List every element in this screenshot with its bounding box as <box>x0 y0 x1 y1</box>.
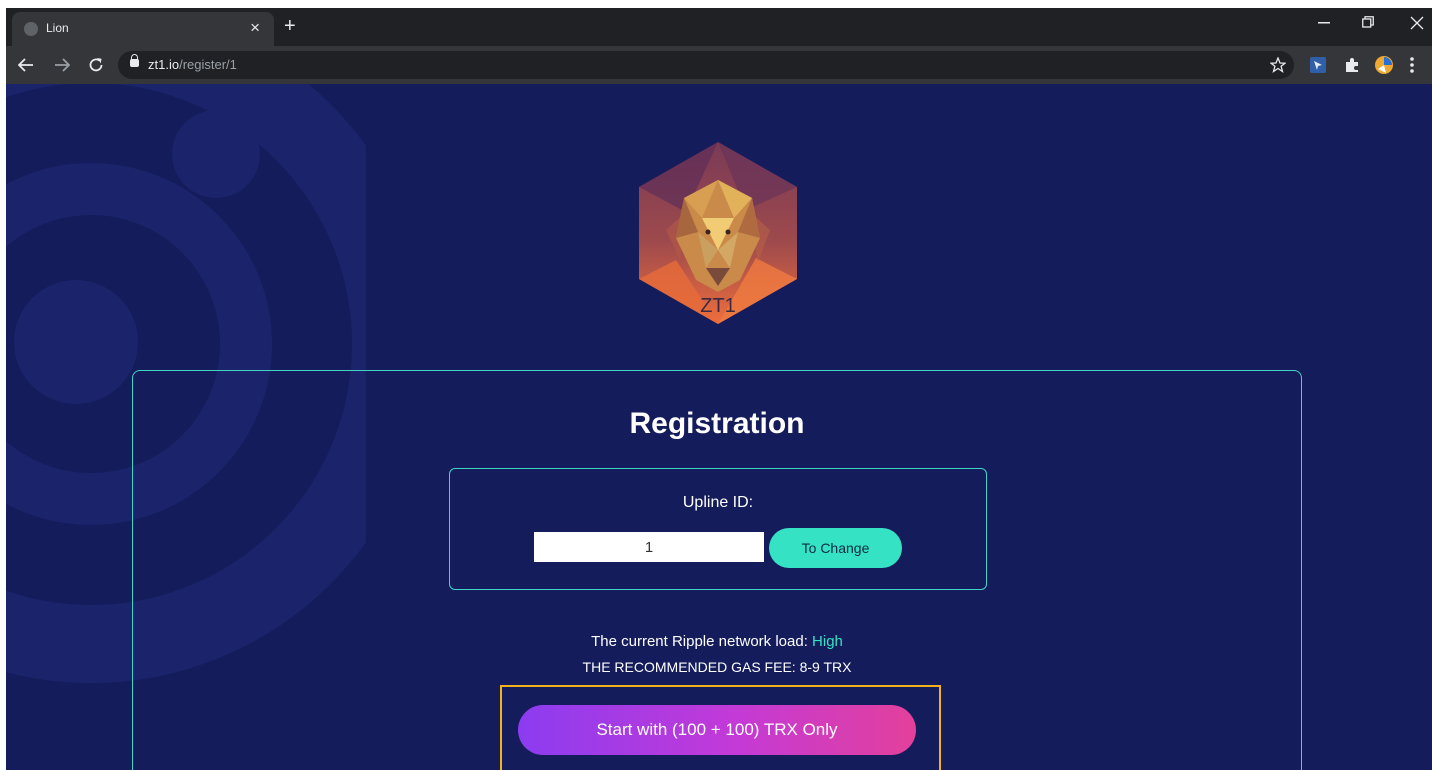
cast-extension-icon[interactable] <box>1308 55 1328 75</box>
profile-avatar-icon[interactable] <box>1374 55 1394 75</box>
forward-arrow-icon[interactable] <box>54 58 70 72</box>
page-title: Registration <box>629 407 805 440</box>
to-change-button[interactable]: To Change <box>769 528 902 568</box>
zt1-lion-logo: ZT1 <box>639 142 797 324</box>
page-viewport: ZT1 Registration Upline ID: To Change Th… <box>6 84 1432 770</box>
back-arrow-icon[interactable] <box>18 58 34 72</box>
new-tab-icon[interactable]: + <box>284 14 296 38</box>
more-menu-icon[interactable] <box>1408 55 1428 75</box>
reload-icon[interactable] <box>88 57 104 73</box>
start-button-highlight: Start with (100 + 100) TRX Only <box>500 685 941 770</box>
restore-icon[interactable] <box>1362 16 1374 28</box>
upline-id-input[interactable] <box>534 532 764 562</box>
network-load-level: High <box>812 633 843 650</box>
upline-box: Upline ID: To Change <box>449 468 987 590</box>
logo-text: ZT1 <box>700 295 736 317</box>
tab-title: Lion <box>46 21 69 35</box>
lock-icon <box>130 54 139 67</box>
puzzle-extensions-icon[interactable] <box>1342 55 1362 75</box>
upline-label: Upline ID: <box>682 494 754 511</box>
url-text[interactable]: zt1.io/register/1 <box>148 57 237 72</box>
registration-panel: Registration Upline ID: To Change The cu… <box>132 370 1302 770</box>
network-load-text: The current Ripple network load: High <box>591 633 843 650</box>
close-tab-icon[interactable]: × <box>250 18 260 38</box>
start-button[interactable]: Start with (100 + 100) TRX Only <box>518 705 916 755</box>
address-bar[interactable]: zt1.io/register/1 <box>118 51 1294 79</box>
gas-fee-text: THE RECOMMENDED GAS FEE: 8-9 TRX <box>582 659 852 675</box>
minimize-icon[interactable] <box>1318 22 1330 24</box>
browser-toolbar: zt1.io/register/1 <box>6 46 1432 84</box>
browser-tab[interactable]: Lion × <box>12 12 274 46</box>
close-window-icon[interactable] <box>1410 16 1424 30</box>
globe-icon <box>24 22 38 36</box>
browser-tabstrip: Lion × + <box>6 8 1432 46</box>
bookmark-star-icon[interactable] <box>1270 57 1286 73</box>
